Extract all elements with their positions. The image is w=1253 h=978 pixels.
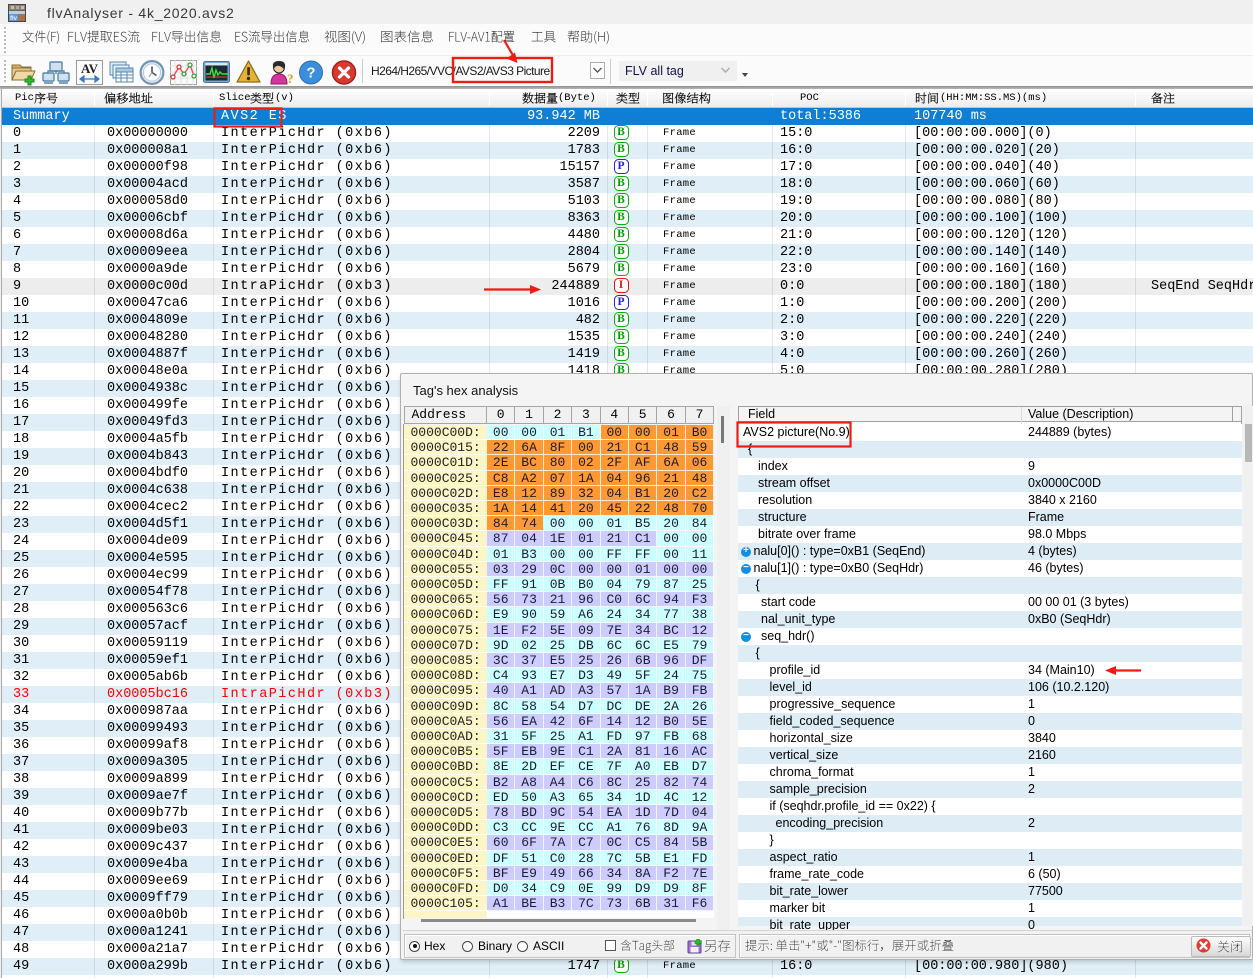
svg-text:?: ? (306, 65, 315, 82)
svg-text:AV: AV (81, 61, 99, 76)
svg-text:flv: flv (10, 16, 18, 22)
svg-text:?: ? (287, 71, 293, 85)
